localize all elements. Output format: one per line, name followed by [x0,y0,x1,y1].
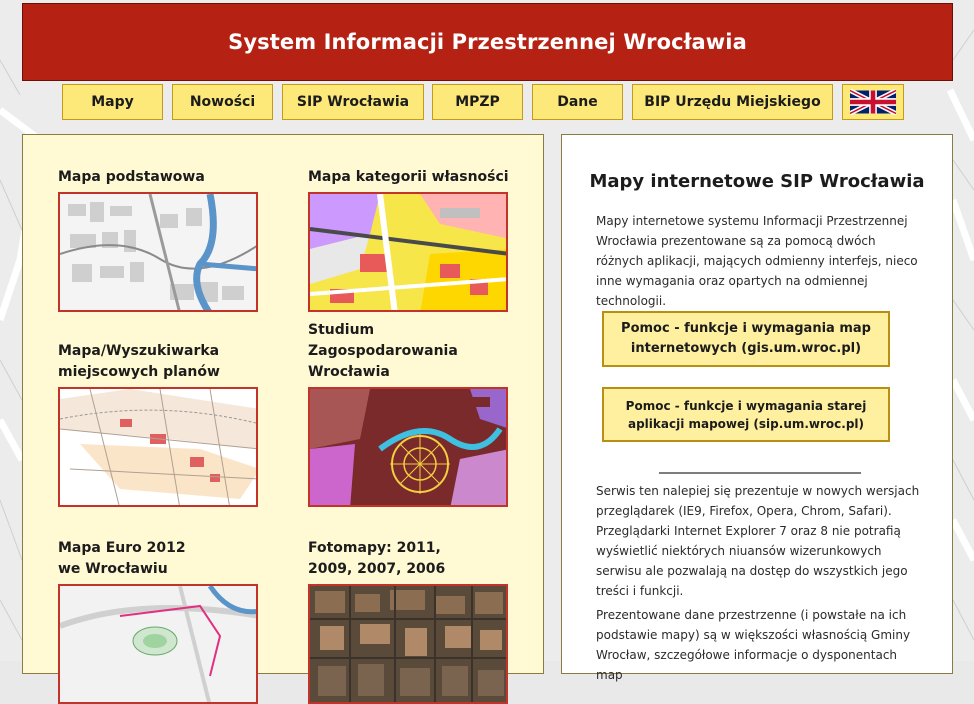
nav-bip[interactable]: BIP Urzędu Miejskiego [632,84,833,120]
site-header: System Informacji Przestrzennej Wrocławi… [22,3,953,81]
browsers-note: Serwis ten nalepiej się prezentuje w now… [596,484,920,598]
map-tile-local-plans: Mapa/Wyszukiwarka miejscowych planów [58,341,268,507]
orthophoto-thumbnail[interactable] [308,584,508,704]
map-title-line: Mapa podstawowa [58,169,205,185]
map-title-line: we Wrocławiu [58,561,168,577]
info-panel: Mapy internetowe SIP Wrocławia Mapy inte… [561,134,953,682]
euro2012-map-thumbnail[interactable] [58,584,258,704]
map-title[interactable]: Fotomapy: 2011, 2009, 2007, 2006 [308,538,518,580]
map-title-line: Mapa Euro 2012 [58,540,186,556]
nav-sip-wroclawia[interactable]: SIP Wrocławia [282,84,424,120]
map-title-line: 2009, 2007, 2006 [308,561,446,577]
map-title[interactable]: Studium Zagospodarowania Wrocławia [308,322,518,383]
map-title-line: miejscowych planów [58,364,220,380]
site-title: System Informacji Przestrzennej Wrocławi… [228,30,747,54]
map-title-line: Fotomapy: 2011, [308,540,441,556]
nav-dane[interactable]: Dane [532,84,623,120]
data-ownership-note: Prezentowane dane przestrzenne (i powsta… [596,608,911,682]
nav-mapy[interactable]: Mapy [62,84,163,120]
uk-flag-icon [850,89,896,115]
local-plans-thumbnail[interactable] [58,387,258,507]
maps-panel: Mapa podstawowa Mapa kategorii własności… [22,134,544,704]
study-map-thumbnail[interactable] [308,387,508,507]
divider [659,472,861,474]
info-intro: Mapy internetowe systemu Informacji Prze… [596,214,918,308]
help-gis-button[interactable]: Pomoc - funkcje i wymagania map internet… [602,311,890,367]
map-title-line: Mapa kategorii własności [308,169,509,185]
nav-nowosci[interactable]: Nowości [172,84,273,120]
info-title: Mapy internetowe SIP Wrocławia [589,171,925,192]
map-title[interactable]: Mapa Euro 2012 we Wrocławiu [58,538,268,580]
map-tile-euro2012: Mapa Euro 2012 we Wrocławiu [58,538,268,704]
map-title-line: Wrocławia [308,364,390,380]
map-tile-basemap: Mapa podstawowa [58,167,268,312]
map-title-line: Mapa/Wyszukiwarka [58,343,220,359]
map-title[interactable]: Mapa kategorii własności [308,167,518,188]
map-title-line: Studium Zagospodarowania [308,322,458,359]
main-nav: Mapy Nowości SIP Wrocławia MPZP Dane BIP… [0,84,974,122]
nav-mpzp[interactable]: MPZP [432,84,523,120]
map-tile-study: Studium Zagospodarowania Wrocławia [308,322,518,507]
english-version-button[interactable] [842,84,904,120]
map-title[interactable]: Mapa/Wyszukiwarka miejscowych planów [58,341,268,383]
help-sip-button[interactable]: Pomoc - funkcje i wymagania starej aplik… [602,387,890,442]
map-tile-ownership: Mapa kategorii własności [308,167,518,312]
map-tile-orthophoto: Fotomapy: 2011, 2009, 2007, 2006 [308,538,518,704]
ownership-map-thumbnail[interactable] [308,192,508,312]
map-title[interactable]: Mapa podstawowa [58,167,268,188]
basemap-thumbnail[interactable] [58,192,258,312]
